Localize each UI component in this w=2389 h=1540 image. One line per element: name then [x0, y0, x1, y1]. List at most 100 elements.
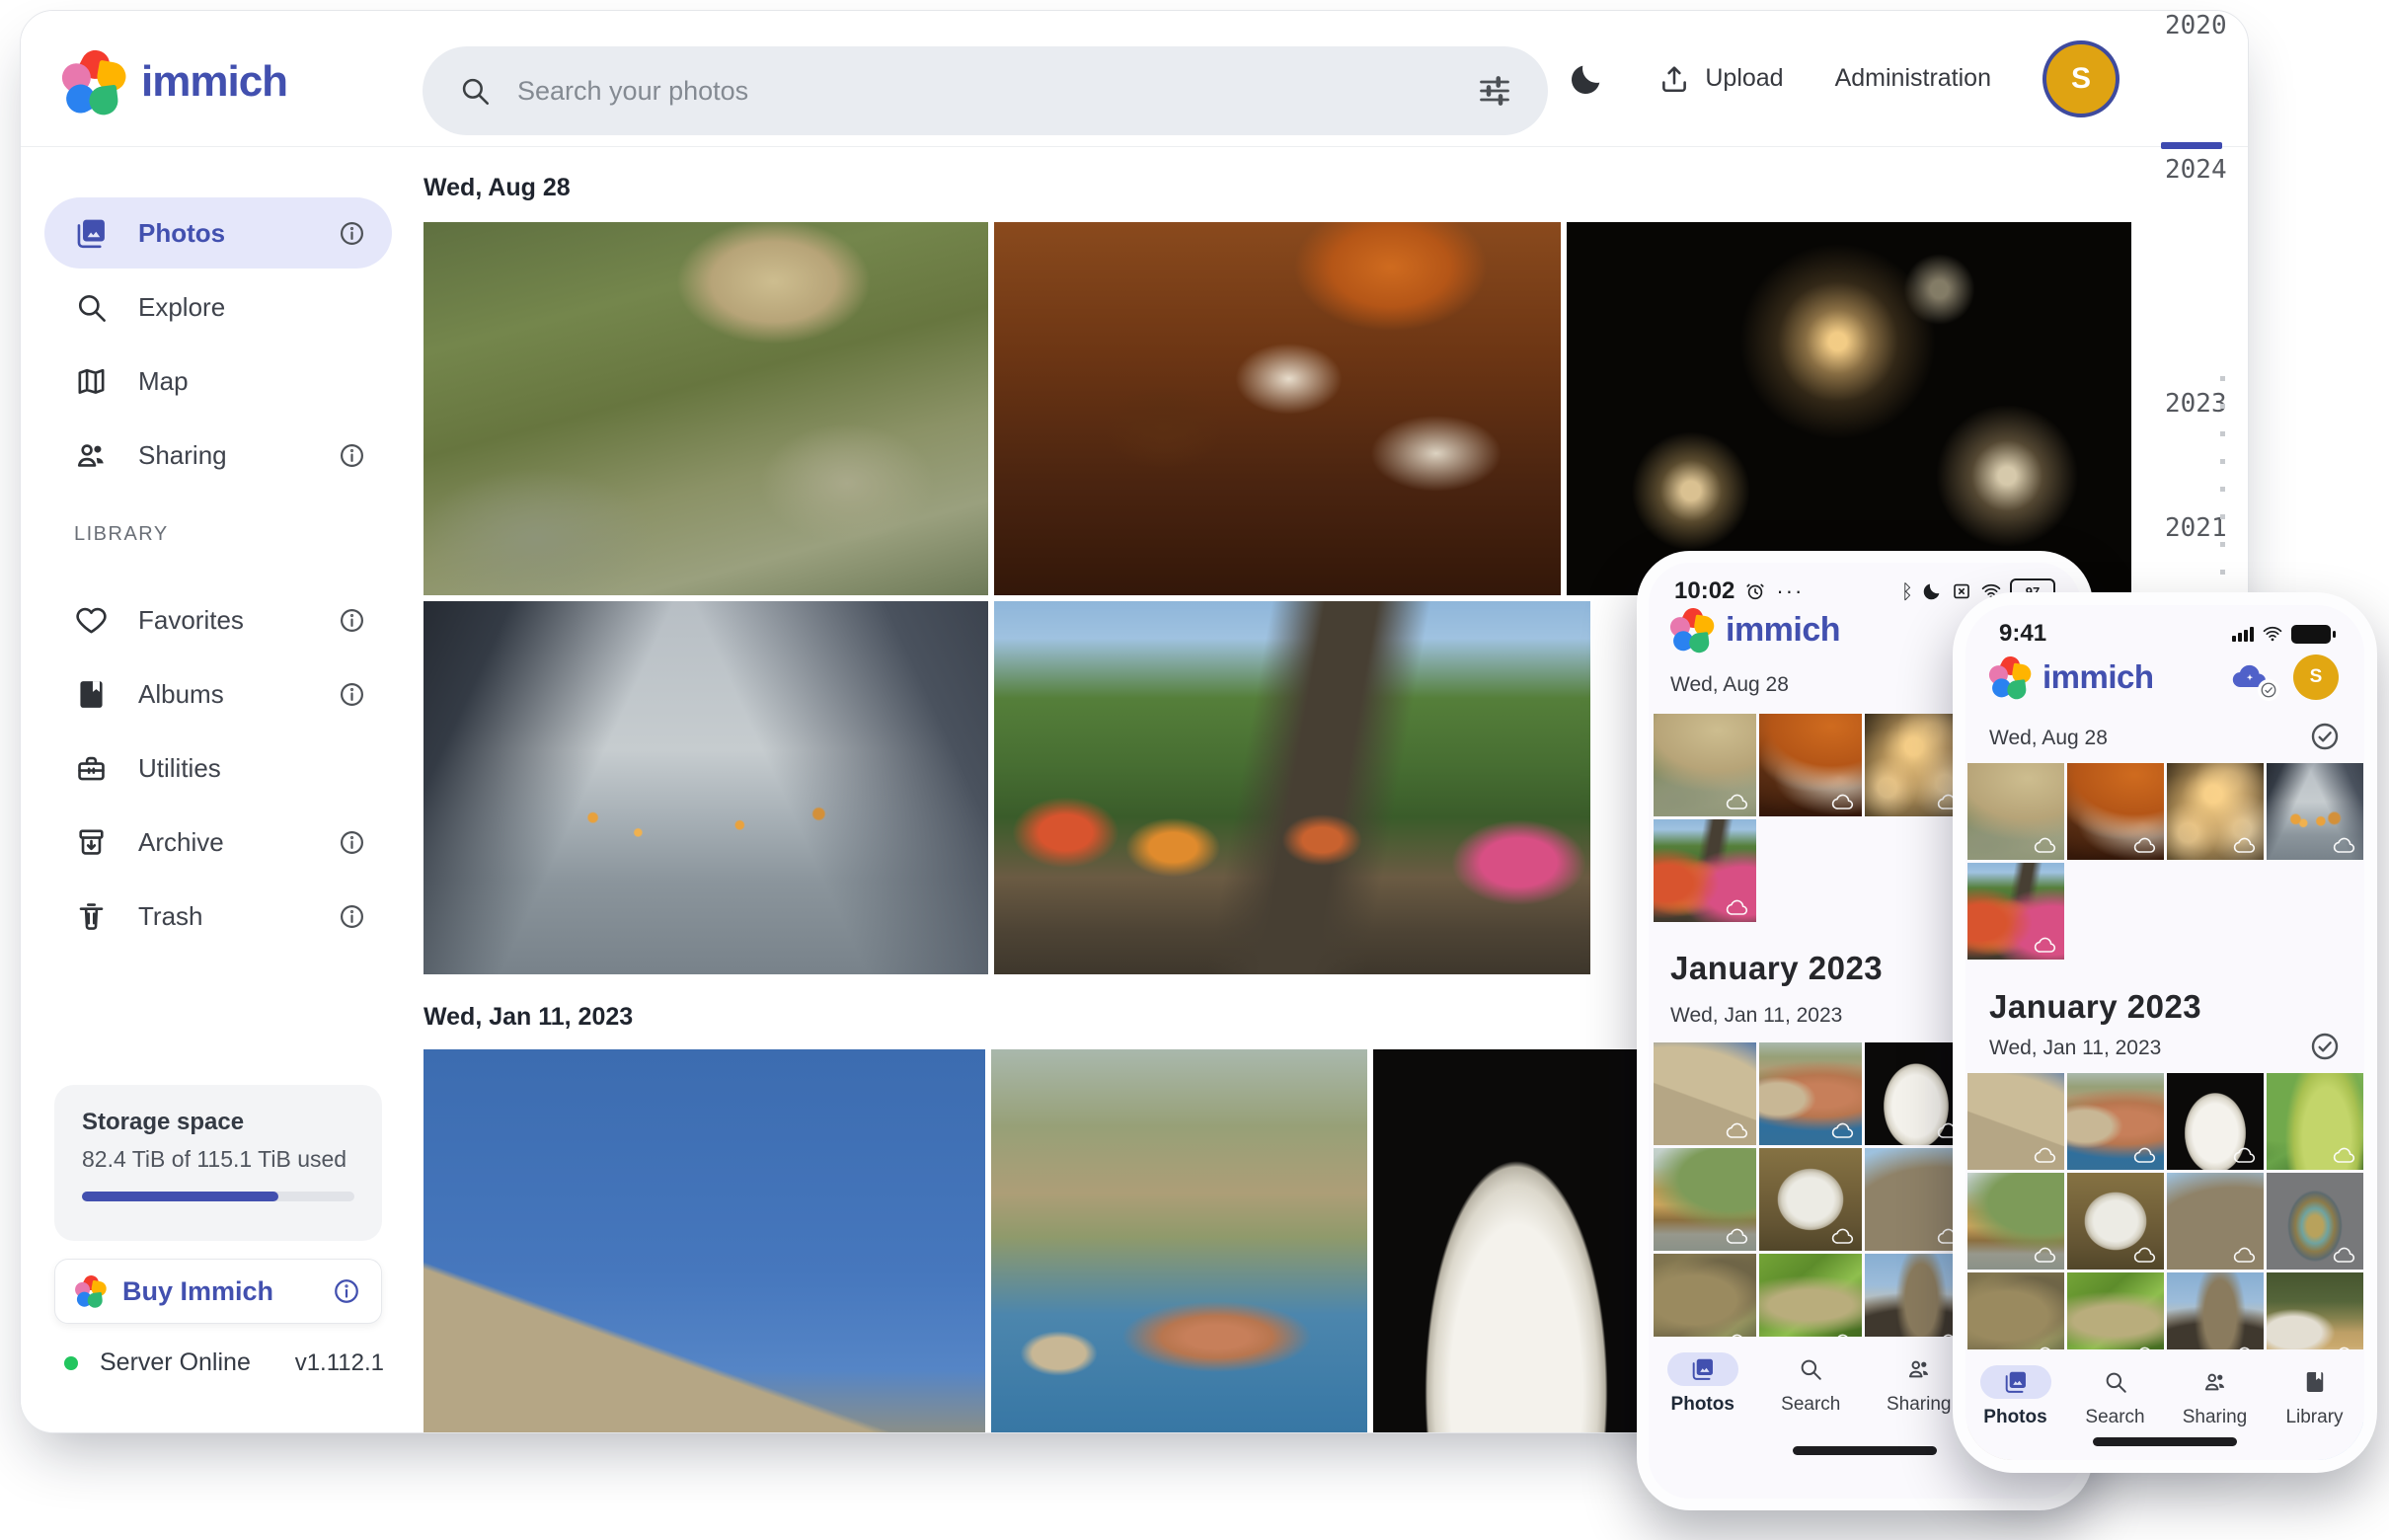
photo-thumbnail[interactable] — [1654, 714, 1756, 816]
photo-thumbnail[interactable] — [424, 1049, 985, 1433]
upload-button[interactable]: Upload — [1657, 62, 1783, 96]
photo-thumbnail[interactable] — [2267, 763, 2363, 860]
cloud-backup-icon — [1831, 1227, 1855, 1245]
photo-thumbnail[interactable] — [1759, 714, 1862, 816]
search-input[interactable] — [515, 75, 1453, 108]
info-icon[interactable] — [338, 680, 366, 709]
server-online-dot — [64, 1356, 78, 1370]
photo-thumbnail[interactable] — [2167, 1173, 2264, 1270]
bottom-nav-item[interactable]: Photos — [1649, 1352, 1757, 1416]
photo-thumbnail[interactable] — [1567, 222, 2131, 595]
photo-thumbnail[interactable] — [1654, 1148, 1756, 1251]
nav-icon — [1690, 1356, 1716, 1382]
sidebar-item[interactable]: Utilities — [44, 732, 392, 804]
nav-pill — [1884, 1352, 1955, 1386]
photo-thumbnail[interactable] — [1654, 819, 1756, 922]
photo-thumbnail[interactable] — [994, 601, 1590, 974]
immich-flower-icon — [62, 50, 125, 114]
search-icon — [458, 74, 492, 108]
dark-mode-toggle-icon[interactable] — [1567, 59, 1606, 99]
home-indicator[interactable] — [2093, 1437, 2237, 1446]
sidebar-item[interactable]: Map — [44, 346, 392, 417]
server-status-label: Server Online — [100, 1348, 273, 1377]
cloud-backup-icon — [2233, 836, 2257, 854]
photo-thumbnail[interactable] — [2167, 1073, 2264, 1170]
photo-thumbnail[interactable] — [991, 1049, 1367, 1433]
info-icon[interactable] — [332, 1276, 361, 1306]
photo-thumbnail[interactable] — [1654, 1042, 1756, 1145]
photo-thumbnail[interactable] — [2267, 1173, 2363, 1270]
info-icon[interactable] — [338, 219, 366, 248]
sidebar-item-icon — [74, 899, 109, 934]
cloud-backup-icon — [2133, 1146, 2157, 1164]
select-all-check-icon[interactable] — [2309, 721, 2341, 752]
photo-thumbnail[interactable] — [1967, 863, 2064, 960]
bottom-nav-item[interactable]: Search — [2065, 1365, 2165, 1428]
photo-thumbnail[interactable] — [424, 601, 988, 974]
bottom-nav-item[interactable]: Search — [1757, 1352, 1866, 1416]
cloud-backup-icon — [1831, 1121, 1855, 1139]
date-group-header: Wed, Jan 11, 2023 — [1989, 1037, 2161, 1060]
backup-sync-icon[interactable] — [2226, 657, 2272, 697]
search-filter-icon[interactable] — [1477, 73, 1512, 109]
bluetooth-icon: ᛒ — [1901, 579, 1913, 603]
immich-logo[interactable]: immich — [62, 50, 287, 114]
sidebar-item[interactable]: Trash — [44, 881, 392, 952]
sidebar-item[interactable]: Photos — [44, 197, 392, 269]
date-group-header: Wed, Aug 28 — [424, 174, 571, 202]
info-icon[interactable] — [338, 828, 366, 857]
sidebar-nav: Photos Explore Map — [44, 197, 392, 491]
sidebar-item[interactable]: Sharing — [44, 420, 392, 491]
photo-thumbnail[interactable] — [1373, 1049, 1659, 1433]
cloud-backup-icon — [2333, 1246, 2356, 1264]
photo-thumbnail[interactable] — [1759, 1148, 1862, 1251]
storage-card: Storage space 82.4 TiB of 115.1 TiB used — [54, 1085, 382, 1241]
photo-thumbnail[interactable] — [2067, 1173, 2164, 1270]
select-all-check-icon[interactable] — [2309, 1031, 2341, 1062]
search-bar[interactable] — [423, 46, 1548, 135]
user-avatar[interactable]: S — [2042, 40, 2119, 117]
bottom-nav-item[interactable]: Library — [2265, 1365, 2364, 1428]
sidebar-item[interactable]: Archive — [44, 807, 392, 878]
status-time: 10:02 — [1674, 578, 1734, 605]
cloud-backup-icon — [2034, 936, 2057, 954]
bottom-nav-item[interactable]: Photos — [1965, 1365, 2065, 1428]
info-icon[interactable] — [338, 441, 366, 470]
sidebar-item[interactable]: Albums — [44, 658, 392, 730]
photo-thumbnail[interactable] — [2267, 1073, 2363, 1170]
bottom-nav-item[interactable]: Sharing — [2165, 1365, 2265, 1428]
date-group-header: Wed, Jan 11, 2023 — [1670, 1004, 1842, 1028]
cloud-backup-icon — [1831, 793, 1855, 810]
scrubber-handle[interactable] — [2161, 142, 2222, 149]
sidebar-item-label: Explore — [138, 292, 366, 323]
sidebar-item-icon — [74, 751, 109, 786]
photo-thumbnail[interactable] — [994, 222, 1561, 595]
sidebar-item[interactable]: Favorites — [44, 584, 392, 655]
photo-thumbnail[interactable] — [1967, 1173, 2064, 1270]
sidebar-item-label: Photos — [138, 218, 308, 249]
home-indicator[interactable] — [1793, 1446, 1937, 1455]
sidebar-item-label: Favorites — [138, 605, 308, 636]
buy-immich-button[interactable]: Buy Immich — [54, 1259, 382, 1324]
photo-thumbnail[interactable] — [1759, 1042, 1862, 1145]
sidebar-item-label: Map — [138, 366, 366, 397]
phone-screen: 9:41 immich — [1965, 605, 2364, 1460]
immich-flower-icon — [75, 1275, 107, 1307]
date-group-header: Wed, Aug 28 — [1670, 673, 1789, 697]
photo-grid — [1967, 763, 2364, 960]
sidebar-item[interactable]: Explore — [44, 271, 392, 343]
photo-thumbnail[interactable] — [2067, 1073, 2164, 1170]
info-icon[interactable] — [338, 606, 366, 635]
user-avatar[interactable]: S — [2293, 654, 2339, 700]
battery-icon — [2291, 625, 2331, 644]
photo-thumbnail[interactable] — [1967, 763, 2064, 860]
brand-wordmark: immich — [141, 57, 287, 107]
photo-thumbnail[interactable] — [1967, 1073, 2064, 1170]
administration-link[interactable]: Administration — [1835, 64, 1991, 93]
nav-icon — [2302, 1369, 2328, 1395]
no-sim-icon — [1951, 580, 1972, 602]
photo-thumbnail[interactable] — [2067, 763, 2164, 860]
photo-thumbnail[interactable] — [424, 222, 988, 595]
photo-thumbnail[interactable] — [2167, 763, 2264, 860]
info-icon[interactable] — [338, 902, 366, 931]
